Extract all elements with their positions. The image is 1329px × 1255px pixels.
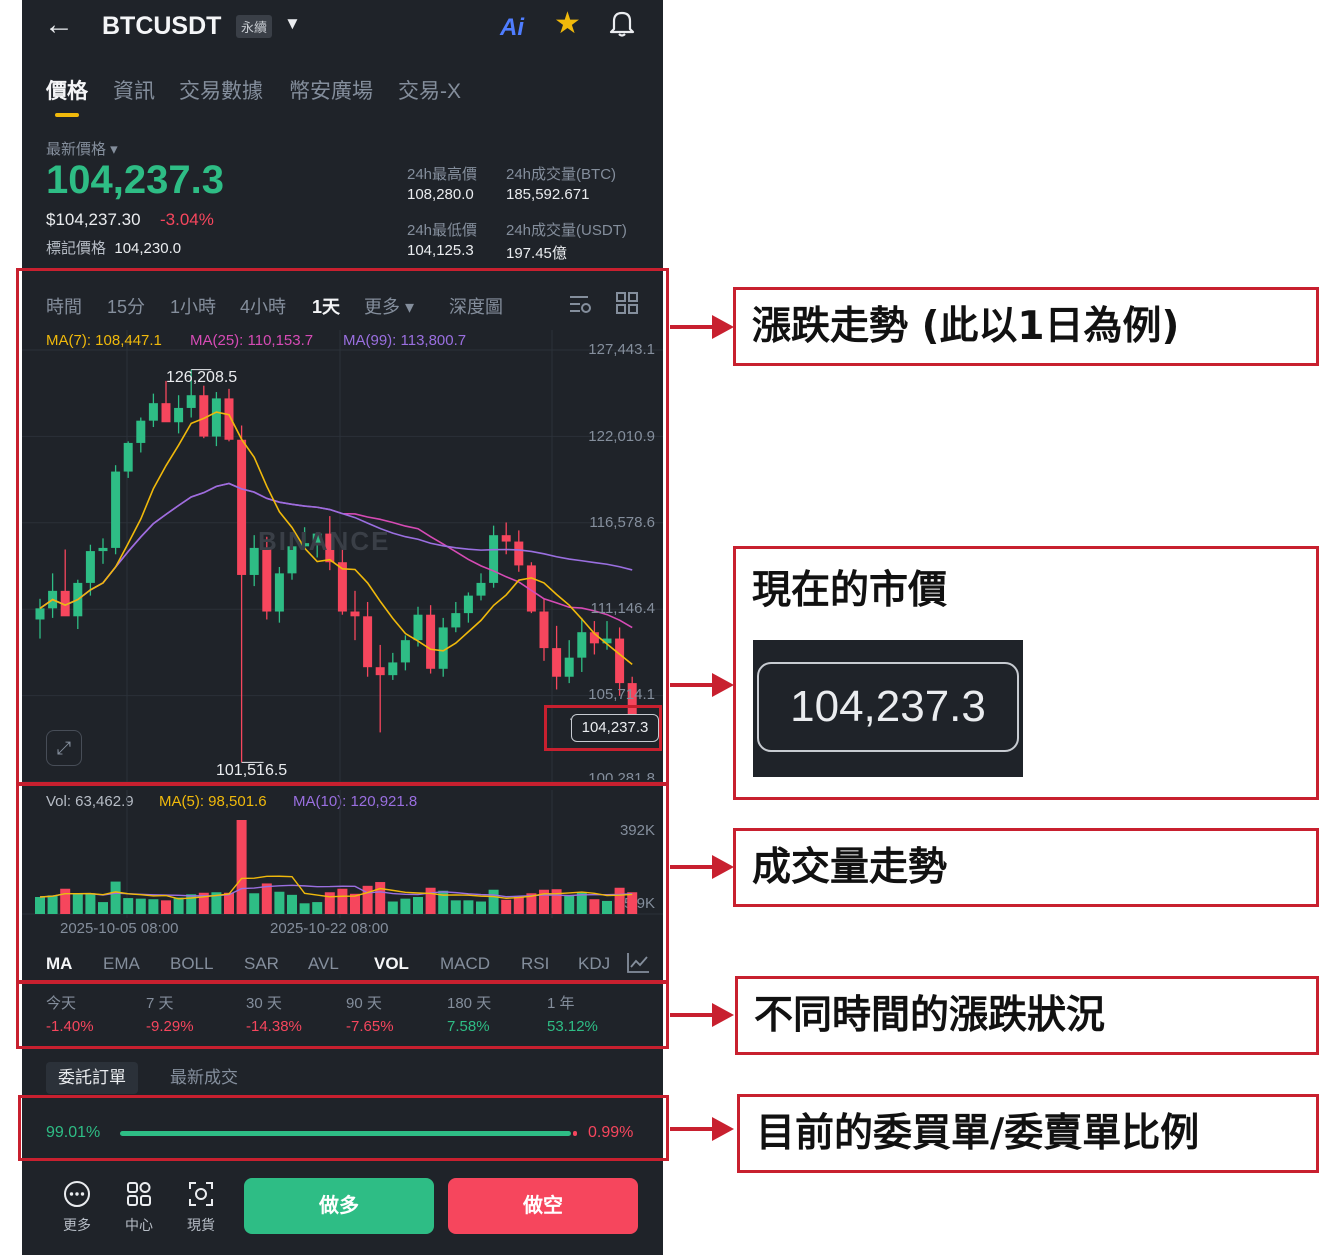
long-button[interactable]: 做多 xyxy=(244,1178,434,1234)
last-price-label[interactable]: 最新價格 ▾ xyxy=(46,138,118,159)
tab-trading-data[interactable]: 交易數據 xyxy=(179,75,263,105)
main-tabs: 價格 資訊 交易數據 幣安廣場 交易-X xyxy=(22,72,663,117)
zoomed-price-tag: 104,237.3 xyxy=(753,640,1023,777)
tab-info[interactable]: 資訊 xyxy=(113,75,155,105)
annotation-box-periods xyxy=(16,981,669,1049)
active-tab-indicator xyxy=(55,113,79,117)
star-icon[interactable]: ★ xyxy=(554,6,581,41)
vol-btc-label: 24h成交量(BTC) xyxy=(506,166,617,183)
bell-icon[interactable] xyxy=(608,8,636,43)
annotation-arrow xyxy=(670,315,734,339)
nav-center[interactable]: 中心 xyxy=(117,1180,161,1235)
annotation-arrow xyxy=(670,1117,734,1141)
more-dots-icon xyxy=(64,1181,90,1207)
mark-price: 標記價格 104,230.0 xyxy=(46,240,182,257)
high-24h-value: 108,280.0 xyxy=(407,186,474,203)
tab-order-book[interactable]: 委託訂單 xyxy=(46,1062,138,1094)
annotation-box-price xyxy=(544,705,662,751)
short-button[interactable]: 做空 xyxy=(448,1178,638,1234)
usd-price: $104,237.30 xyxy=(46,210,141,229)
ai-button[interactable]: Ai xyxy=(500,14,524,42)
nav-spot[interactable]: 現貨 xyxy=(179,1180,223,1235)
tab-price[interactable]: 價格 xyxy=(46,75,88,105)
callout-trend: 漲跌走勢 (此以1日為例) xyxy=(733,287,1319,366)
spot-icon xyxy=(189,1182,213,1206)
tab-latest-trades[interactable]: 最新成交 xyxy=(158,1062,250,1094)
annotation-arrow xyxy=(670,1003,734,1027)
annotation-box-volume xyxy=(16,783,669,983)
chevron-down-icon[interactable]: ▼ xyxy=(284,14,301,34)
vol-usdt-value: 197.45億 xyxy=(506,245,567,262)
annotation-arrow xyxy=(670,855,734,879)
apps-icon xyxy=(127,1182,151,1206)
annotation-box-ratio xyxy=(18,1095,669,1161)
callout-ratio: 目前的委買單/委賣單比例 xyxy=(737,1094,1319,1173)
change-percent: -3.04% xyxy=(160,210,214,229)
last-price-value: 104,237.3 xyxy=(46,158,224,202)
contract-badge: 永續 xyxy=(236,15,273,38)
zoomed-price-value: 104,237.3 xyxy=(757,662,1019,752)
arrow-left-icon[interactable]: ← xyxy=(44,8,74,42)
callout-volume: 成交量走勢 xyxy=(733,828,1319,907)
vol-btc-value: 185,592.671 xyxy=(506,186,590,203)
tab-trade-x[interactable]: 交易-X xyxy=(398,75,461,105)
nav-more[interactable]: 更多 xyxy=(55,1180,99,1235)
tab-square[interactable]: 幣安廣場 xyxy=(289,75,373,105)
symbol-title[interactable]: BTCUSDT xyxy=(102,12,221,41)
low-24h-value: 104,125.3 xyxy=(407,242,474,259)
high-24h-label: 24h最高價 xyxy=(407,166,478,183)
low-24h-label: 24h最低價 xyxy=(407,222,478,239)
annotation-arrow xyxy=(670,673,734,697)
vol-usdt-label: 24h成交量(USDT) xyxy=(506,222,627,239)
callout-periods: 不同時間的漲跌狀況 xyxy=(735,976,1319,1055)
top-bar: ← BTCUSDT 永續 ▼ Ai ★ xyxy=(22,0,663,55)
